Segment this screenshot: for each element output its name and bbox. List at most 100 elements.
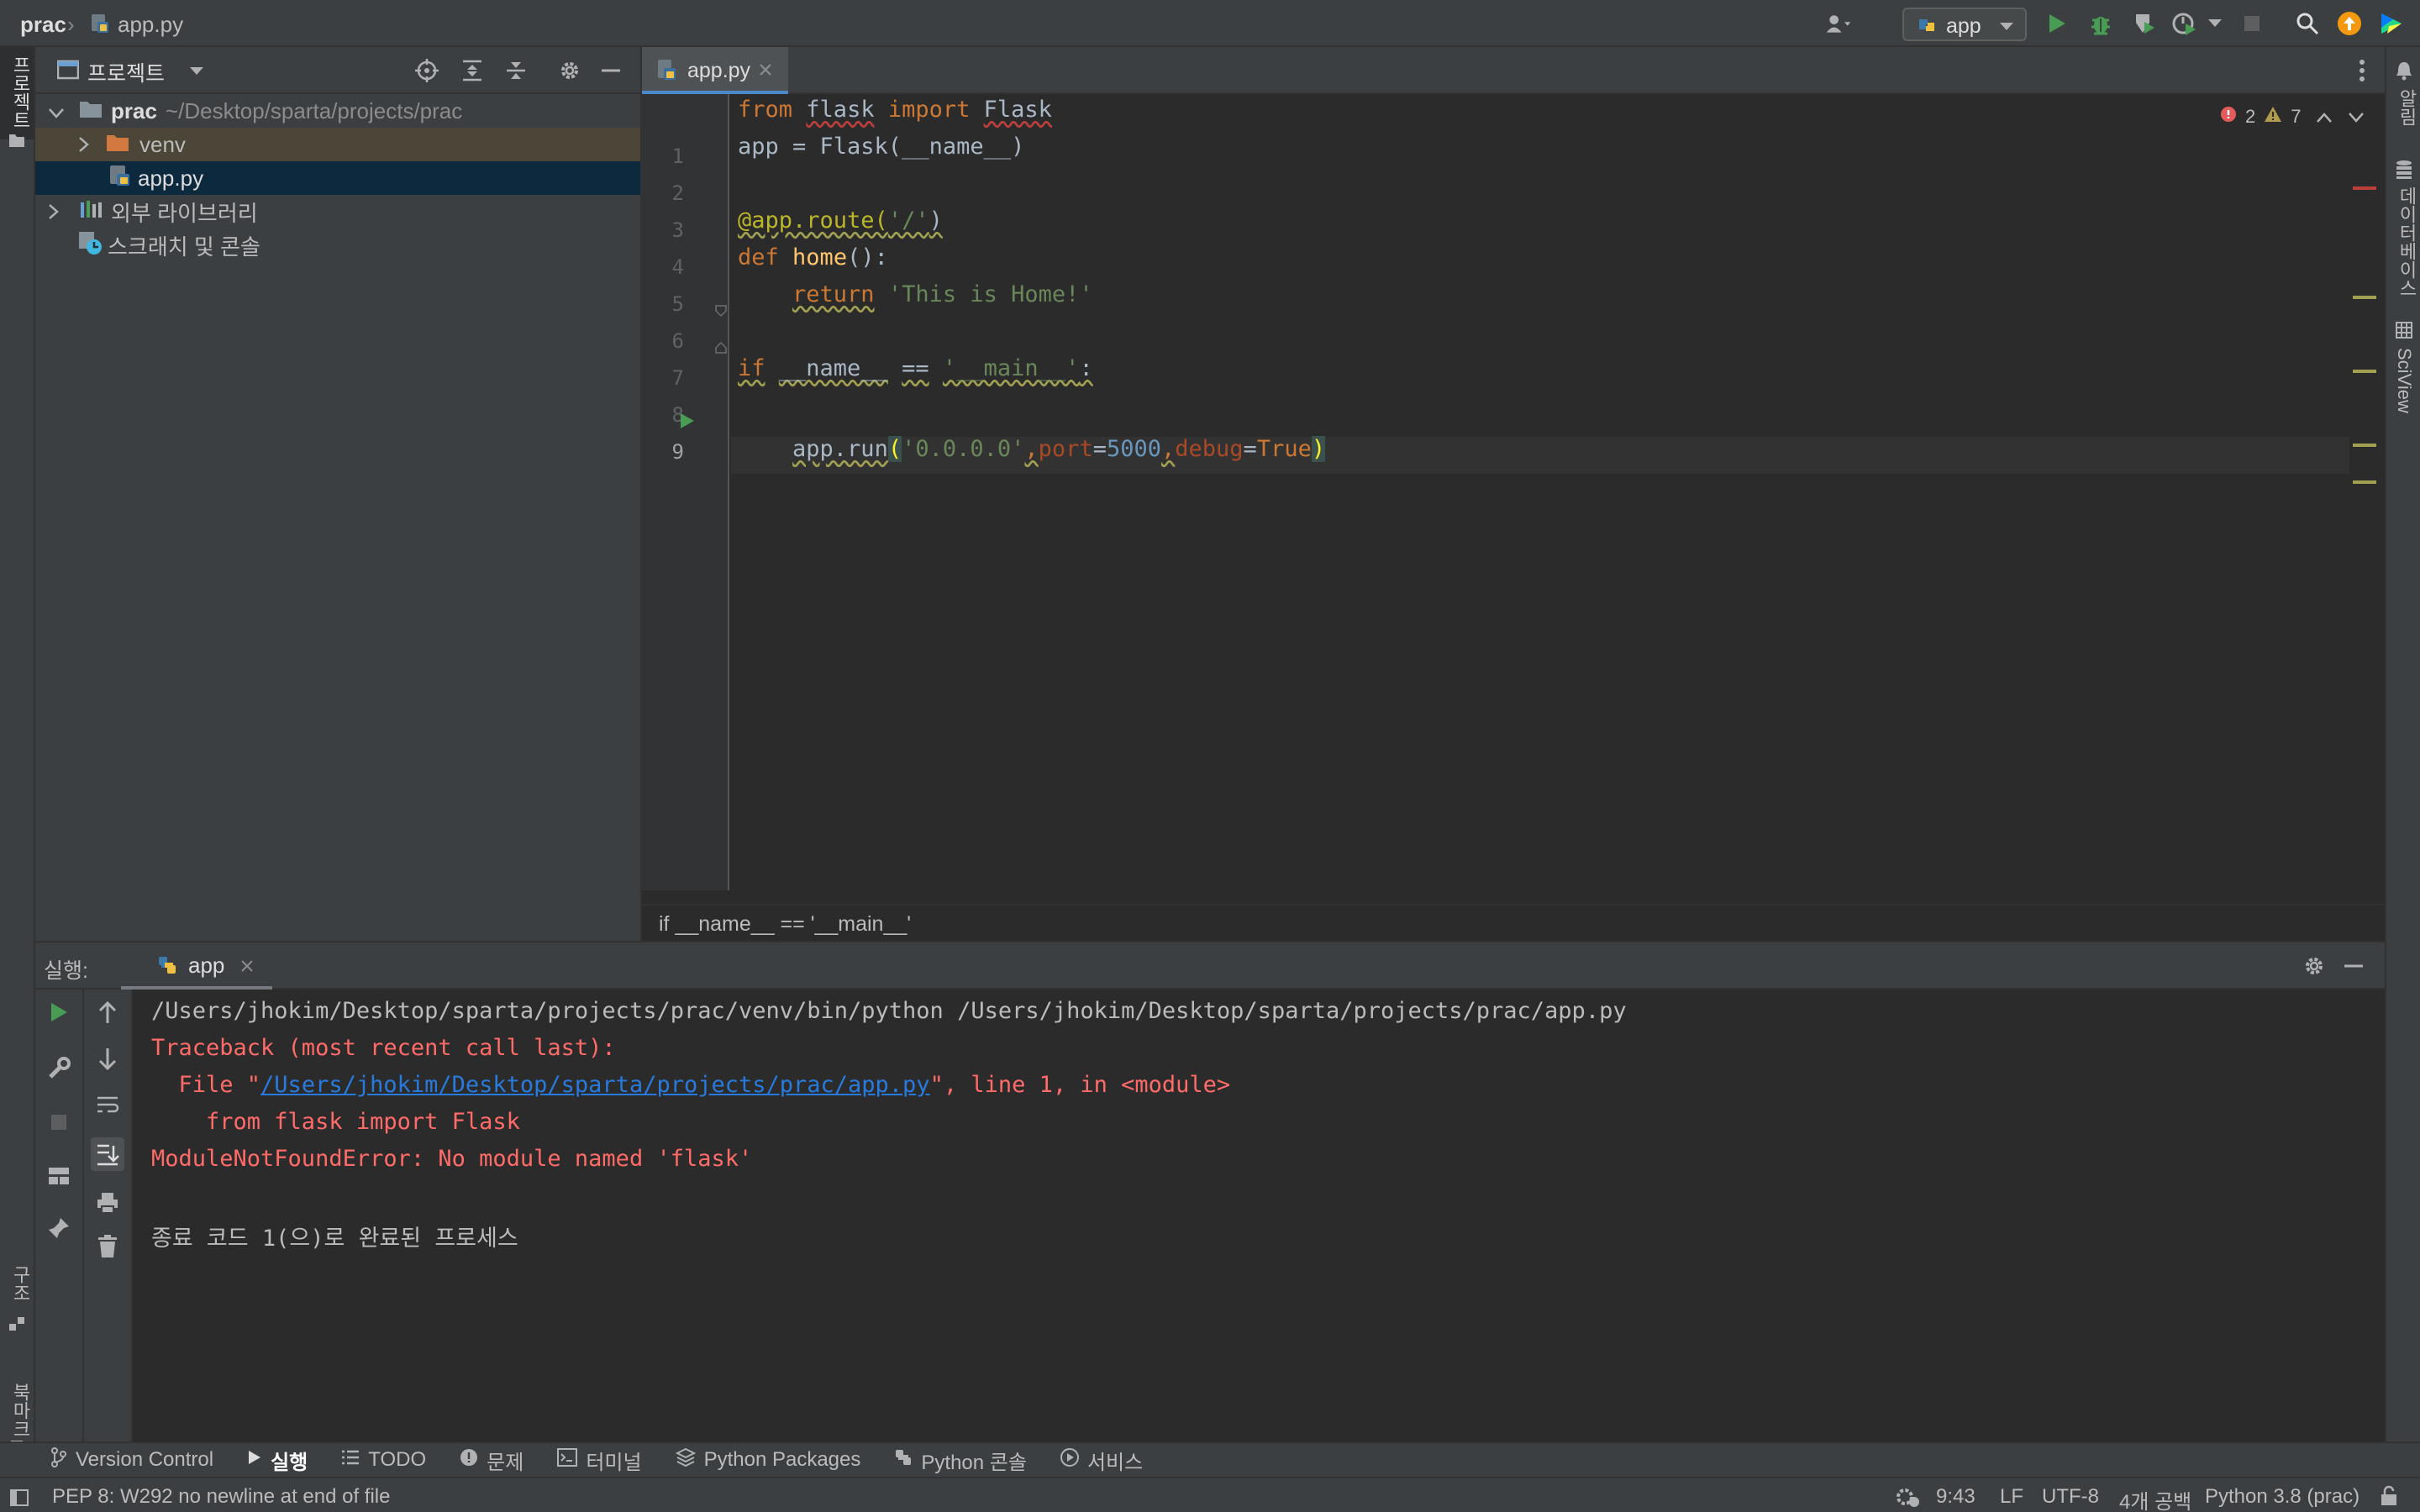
tree-item-path: ~/Desktop/sparta/projects/prac: [165, 97, 463, 123]
code-line-2[interactable]: app = Flask(__name__): [738, 134, 1024, 160]
code-line-5[interactable]: def home():: [738, 244, 888, 270]
bookmarks-tab-label: 북마크: [10, 1383, 31, 1438]
lock-icon[interactable]: [2380, 1485, 2398, 1512]
tool-tab-version-control[interactable]: Version Control: [50, 1442, 213, 1478]
layout-icon[interactable]: [47, 1166, 71, 1190]
chevron-down-icon[interactable]: [49, 98, 71, 124]
fold-end-icon[interactable]: [714, 341, 728, 359]
tool-tab-label: Python Packages: [703, 1448, 861, 1471]
indent-setting[interactable]: 4개 공백: [2119, 1485, 2191, 1512]
error-marker[interactable]: [2353, 186, 2376, 190]
minimize-icon[interactable]: [2343, 954, 2365, 982]
debug-icon[interactable]: [2087, 10, 2114, 37]
code-line-8[interactable]: if __name__ == '__main__':: [738, 355, 1093, 381]
print-icon[interactable]: [96, 1191, 119, 1219]
notifications-tool-tab[interactable]: 알림: [2386, 55, 2420, 156]
inspection-widget[interactable]: 2 7: [2220, 104, 2371, 129]
chevron-right-icon[interactable]: [49, 199, 71, 225]
run-config-label: app: [1946, 14, 1981, 38]
tool-tab-services[interactable]: 서비스: [1060, 1442, 1143, 1478]
project-view-icon: [56, 60, 80, 84]
python-interpreter[interactable]: Python 3.8 (prac): [2205, 1485, 2360, 1509]
chevron-up-icon[interactable]: [2316, 106, 2332, 128]
run-icon[interactable]: [2044, 10, 2070, 37]
fold-icon[interactable]: [714, 304, 728, 322]
locate-icon[interactable]: [415, 59, 439, 87]
run-gutter-icon[interactable]: [679, 412, 696, 434]
scroll-to-end-toggle[interactable]: [91, 1137, 124, 1171]
stop-icon[interactable]: [2238, 10, 2265, 37]
soft-wrap-icon[interactable]: [96, 1094, 119, 1121]
line-number: 7: [671, 366, 684, 390]
project-tool-tab[interactable]: 프로젝트: [0, 47, 34, 147]
tool-tab-terminal[interactable]: 터미널: [557, 1442, 642, 1478]
jetbrains-logo-icon[interactable]: [2378, 10, 2405, 37]
breadcrumb-item[interactable]: if __name__ == '__main__': [659, 912, 911, 936]
breadcrumb-file[interactable]: app.py: [118, 12, 183, 38]
library-icon: [79, 199, 103, 225]
code-line-9[interactable]: app.run('0.0.0.0',port=5000,debug=True): [738, 436, 1326, 462]
warning-marker[interactable]: [2353, 370, 2376, 373]
gear-icon[interactable]: [2302, 954, 2326, 982]
warning-marker[interactable]: [2353, 480, 2376, 484]
warning-marker[interactable]: [2353, 444, 2376, 447]
stop-icon[interactable]: [49, 1112, 69, 1137]
more-vertical-icon[interactable]: [2358, 59, 2366, 87]
wrench-icon[interactable]: [47, 1057, 71, 1084]
close-icon[interactable]: [240, 959, 254, 977]
arrow-up-icon[interactable]: [97, 1000, 118, 1029]
tree-item-prac[interactable]: prac ~/Desktop/sparta/projects/prac: [35, 94, 640, 128]
structure-tool-tab[interactable]: 구조: [0, 1248, 34, 1341]
tool-tab-python-packages[interactable]: Python Packages: [675, 1442, 861, 1478]
error-stripe[interactable]: [2349, 94, 2386, 890]
console-traceback-header: Traceback (most recent call last):: [151, 1035, 616, 1061]
tree-item-scratches[interactable]: 스크래치 및 콘솔: [35, 228, 640, 262]
line-separator[interactable]: LF: [2000, 1485, 2023, 1509]
code-line-6[interactable]: return 'This is Home!': [738, 281, 1093, 307]
file-encoding[interactable]: UTF-8: [2042, 1485, 2099, 1509]
chevron-right-icon[interactable]: [79, 132, 101, 158]
user-icon[interactable]: [1825, 10, 1852, 37]
tool-tab-problems[interactable]: 문제: [460, 1442, 523, 1478]
rerun-icon[interactable]: [49, 1001, 69, 1027]
editor-breadcrumb[interactable]: if __name__ == '__main__': [642, 904, 2386, 941]
project-view-title[interactable]: 프로젝트: [87, 57, 165, 87]
console-file-link[interactable]: /Users/jhokim/Desktop/sparta/projects/pr…: [260, 1072, 930, 1098]
tool-tab-python-console[interactable]: Python 콘솔: [894, 1442, 1027, 1478]
scratches-icon: [77, 230, 103, 261]
tree-item-venv[interactable]: venv: [35, 128, 640, 161]
bookmarks-tool-tab[interactable]: 북마크: [0, 1341, 34, 1457]
collapse-all-icon[interactable]: [504, 59, 528, 87]
code-line-1[interactable]: from flask import Flask: [738, 97, 1052, 123]
breadcrumb-project[interactable]: prac: [20, 12, 66, 38]
arrow-down-icon[interactable]: [97, 1047, 118, 1074]
expand-all-icon[interactable]: [460, 59, 484, 87]
tool-tab-todo[interactable]: TODO: [341, 1442, 426, 1478]
inspection-profile-icon[interactable]: [1894, 1485, 1921, 1512]
caret-position[interactable]: 9:43: [1936, 1485, 1975, 1509]
chevron-down-icon[interactable]: [188, 66, 205, 81]
close-icon[interactable]: [758, 62, 773, 81]
pin-icon[interactable]: [47, 1216, 71, 1244]
profile-icon[interactable]: [2171, 10, 2198, 37]
tool-windows-toggle-icon[interactable]: [10, 1488, 29, 1512]
status-message[interactable]: PEP 8: W292 no newline at end of file: [52, 1485, 390, 1509]
update-icon[interactable]: [2336, 10, 2363, 37]
editor-tab-app-py[interactable]: app.py: [642, 47, 788, 94]
gear-icon[interactable]: [558, 59, 581, 87]
tool-tab-run[interactable]: 실행: [247, 1442, 308, 1478]
sciview-tool-tab[interactable]: SciView: [2386, 316, 2420, 467]
coverage-icon[interactable]: [2131, 10, 2158, 37]
trash-icon[interactable]: [97, 1235, 118, 1263]
code-line-4[interactable]: @app.route('/'): [738, 207, 943, 234]
database-tool-tab[interactable]: 데이터베이스: [2386, 155, 2420, 331]
error-icon: [2220, 106, 2237, 128]
tree-item-external-libraries[interactable]: 외부 라이브러리: [35, 195, 640, 228]
search-icon[interactable]: [2294, 10, 2321, 37]
tree-item-app-py[interactable]: app.py: [35, 161, 640, 195]
run-tab-app[interactable]: app: [121, 942, 272, 990]
warning-marker[interactable]: [2353, 296, 2376, 299]
minimize-icon[interactable]: [600, 59, 622, 87]
more-run-options-icon[interactable]: [2205, 10, 2225, 37]
run-config-selector[interactable]: app: [1902, 8, 2027, 41]
